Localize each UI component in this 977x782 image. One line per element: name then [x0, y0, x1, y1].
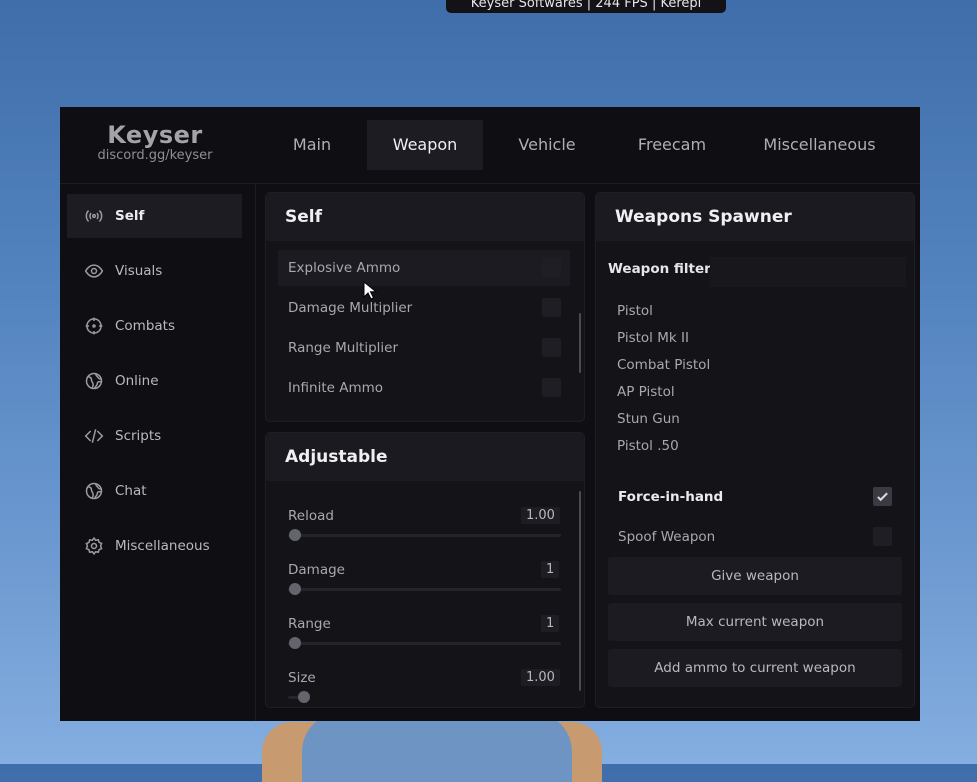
slider-knob[interactable] — [289, 583, 301, 595]
option-label: Damage Multiplier — [288, 300, 413, 316]
adjustable-panel-scrollbar[interactable] — [579, 491, 581, 691]
adjustable-panel: Adjustable Reload 1.00 Damage 1 Range 1 … — [265, 432, 585, 708]
weapon-item-pistol-mk-ii[interactable]: Pistol Mk II — [617, 330, 689, 346]
damage-value: 1 — [541, 561, 560, 578]
overlay-title-bar: Keyser Softwares | 244 FPS | Kerepi — [446, 0, 726, 13]
weapon-filter-label: Weapon filter — [608, 261, 711, 277]
overlay-title: Keyser Softwares | 244 FPS | Kerepi — [470, 0, 702, 11]
weapon-item-stun-gun[interactable]: Stun Gun — [617, 411, 680, 427]
range-multiplier-checkbox[interactable] — [542, 338, 561, 357]
globe-icon — [83, 370, 105, 392]
sidebar-item-miscellaneous[interactable]: Miscellaneous — [67, 524, 242, 568]
slider-label: Range — [288, 616, 331, 632]
reload-value: 1.00 — [521, 507, 560, 524]
tab-weapon[interactable]: Weapon — [367, 120, 483, 170]
sidebar-item-scripts[interactable]: Scripts — [67, 414, 242, 458]
sidebar-item-visuals[interactable]: Visuals — [67, 249, 242, 293]
sidebar-item-self[interactable]: Self — [67, 194, 242, 238]
player-character — [262, 712, 612, 782]
weapons-spawner-title: Weapons Spawner — [596, 193, 914, 241]
sidebar-item-chat[interactable]: Chat — [67, 469, 242, 513]
sidebar: Self Visuals Combats Online Scripts Chat… — [60, 184, 256, 721]
sidebar-item-label: Visuals — [115, 263, 163, 279]
option-range-multiplier[interactable]: Range Multiplier — [278, 330, 570, 366]
menu-header: Keyser discord.gg/keyser Main Weapon Veh… — [60, 107, 920, 184]
sidebar-item-label: Miscellaneous — [115, 538, 210, 554]
damage-multiplier-checkbox[interactable] — [542, 298, 561, 317]
slider-label: Size — [288, 670, 316, 686]
weapon-item-ap-pistol[interactable]: AP Pistol — [617, 384, 675, 400]
option-label: Range Multiplier — [288, 340, 399, 356]
option-label: Explosive Ammo — [288, 260, 401, 276]
crosshair-icon — [83, 315, 105, 337]
spoof-weapon-label: Spoof Weapon — [618, 529, 716, 545]
self-panel: Self Explosive Ammo Damage Multiplier Ra… — [265, 192, 585, 422]
tab-freecam[interactable]: Freecam — [621, 120, 723, 170]
tab-main[interactable]: Main — [272, 120, 352, 170]
weapon-item-pistol[interactable]: Pistol — [617, 303, 653, 319]
brand-name: Keyser — [107, 121, 203, 149]
option-damage-multiplier[interactable]: Damage Multiplier — [278, 290, 570, 326]
globe-icon — [83, 480, 105, 502]
slider-knob[interactable] — [289, 637, 301, 649]
explosive-ammo-checkbox[interactable] — [542, 258, 561, 277]
code-icon — [83, 425, 105, 447]
self-panel-scrollbar[interactable] — [579, 313, 581, 373]
sidebar-item-online[interactable]: Online — [67, 359, 242, 403]
adjustable-panel-title: Adjustable — [266, 433, 584, 481]
range-slider[interactable] — [288, 637, 561, 649]
eye-icon — [83, 260, 105, 282]
force-in-hand-checkbox[interactable] — [873, 487, 892, 506]
weapon-filter-input[interactable] — [710, 257, 906, 287]
brand: Keyser discord.gg/keyser — [80, 121, 230, 163]
weapon-item-combat-pistol[interactable]: Combat Pistol — [617, 357, 710, 373]
menu-window: Keyser discord.gg/keyser Main Weapon Veh… — [60, 107, 920, 721]
range-value: 1 — [541, 615, 560, 632]
size-slider[interactable] — [288, 691, 310, 703]
option-explosive-ammo[interactable]: Explosive Ammo — [278, 250, 570, 286]
option-label: Infinite Ammo — [288, 380, 384, 396]
slider-knob[interactable] — [298, 691, 310, 703]
sidebar-item-label: Combats — [115, 318, 176, 334]
option-infinite-ammo[interactable]: Infinite Ammo — [278, 370, 570, 406]
slider-label: Damage — [288, 562, 345, 578]
tab-miscellaneous[interactable]: Miscellaneous — [747, 120, 892, 170]
weapons-spawner-panel: Weapons Spawner Weapon filter Pistol Pis… — [595, 192, 915, 708]
slider-label: Reload — [288, 508, 334, 524]
reload-slider[interactable] — [288, 529, 561, 541]
sidebar-item-combats[interactable]: Combats — [67, 304, 242, 348]
tab-vehicle[interactable]: Vehicle — [499, 120, 595, 170]
gear-icon — [83, 535, 105, 557]
sidebar-item-label: Chat — [115, 483, 147, 499]
spoof-weapon-checkbox[interactable] — [873, 527, 892, 546]
checkmark-icon — [877, 492, 888, 502]
add-ammo-button[interactable]: Add ammo to current weapon — [608, 649, 902, 687]
sidebar-item-label: Self — [115, 208, 145, 224]
size-value: 1.00 — [521, 669, 560, 686]
self-panel-title: Self — [266, 193, 584, 241]
max-current-weapon-button[interactable]: Max current weapon — [608, 603, 902, 641]
sidebar-item-label: Scripts — [115, 428, 162, 444]
sidebar-item-label: Online — [115, 373, 159, 389]
broadcast-icon — [83, 205, 105, 227]
damage-slider[interactable] — [288, 583, 561, 595]
infinite-ammo-checkbox[interactable] — [542, 378, 561, 397]
weapon-item-pistol-50[interactable]: Pistol .50 — [617, 438, 679, 454]
slider-knob[interactable] — [289, 529, 301, 541]
mouse-cursor-icon — [363, 281, 377, 300]
brand-discord: discord.gg/keyser — [97, 148, 213, 163]
force-in-hand-label: Force-in-hand — [618, 489, 724, 505]
give-weapon-button[interactable]: Give weapon — [608, 557, 902, 595]
